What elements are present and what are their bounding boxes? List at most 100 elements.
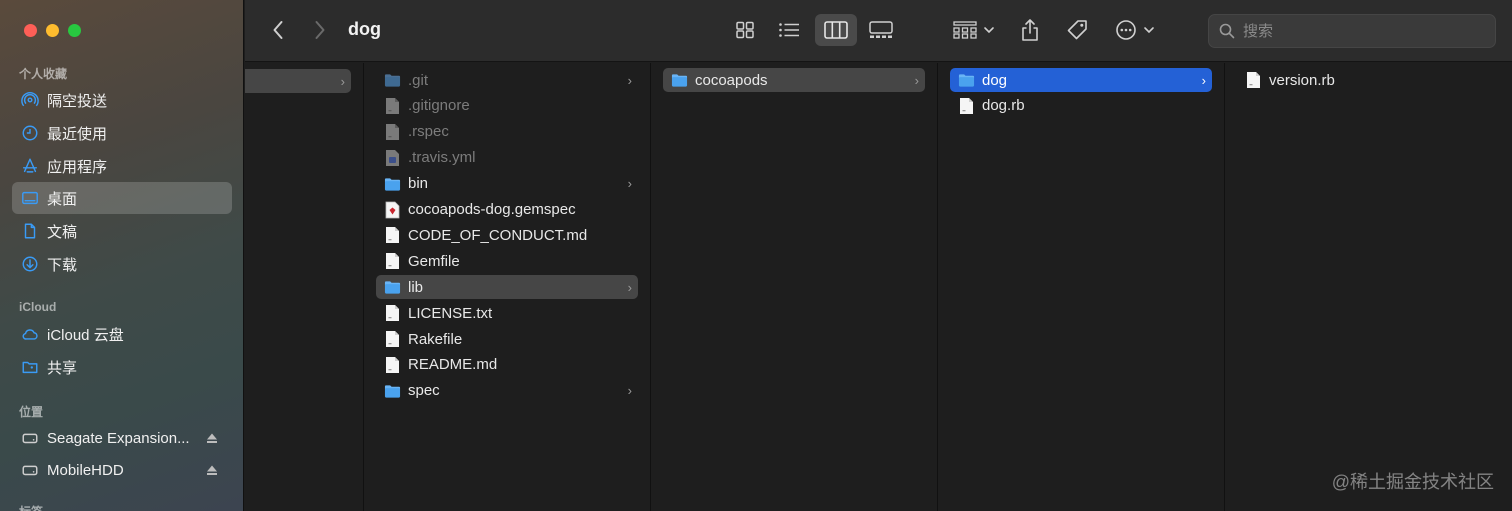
sidebar-item-shared[interactable]: 共享 [12, 351, 232, 383]
minimize-window-button[interactable] [46, 24, 59, 37]
folder-row[interactable]: bin › [376, 172, 638, 196]
folder-row[interactable]: .git › [376, 68, 638, 92]
column-2[interactable]: .git › .gitignore .rspec .travis.yml bin › coco… [364, 63, 651, 511]
folder-icon [671, 71, 688, 89]
sidebar-item-applications[interactable]: 应用程序 [12, 150, 232, 182]
sidebar-item-airdrop[interactable]: 隔空投送 [12, 84, 232, 116]
file-row[interactable]: LICENSE.txt [376, 301, 638, 325]
back-button[interactable] [265, 16, 291, 44]
sidebar-item-mobilehdd[interactable]: MobileHDD [12, 454, 232, 486]
file-row[interactable]: README.md [376, 353, 638, 377]
chevron-right-icon: › [340, 73, 345, 89]
gallery-view-button[interactable] [862, 14, 900, 46]
sidebar-item-recents[interactable]: 最近使用 [12, 117, 232, 149]
sidebar-item-label: 共享 [47, 359, 78, 377]
folder-icon [384, 382, 401, 400]
file-icon [384, 356, 401, 374]
item-name: .rspec [408, 123, 449, 141]
sidebar-item-label: 文稿 [47, 223, 78, 241]
file-row[interactable]: cocoapods-dog.gemspec [376, 198, 638, 222]
item-name: lib [408, 278, 424, 296]
share-button[interactable] [1015, 14, 1045, 46]
applications-icon [20, 157, 39, 176]
item-name: .git [408, 71, 429, 89]
sidebar-item-label: 最近使用 [47, 125, 108, 143]
sidebar-item-desktop[interactable]: 桌面 [12, 182, 232, 214]
item-name: cocoapods-dog.gemspec [408, 201, 576, 218]
eject-icon[interactable] [206, 432, 218, 444]
file-row[interactable]: .gitignore [376, 94, 638, 118]
column-3[interactable]: cocoapods › [651, 63, 938, 511]
document-icon [20, 222, 39, 241]
folder-row[interactable]: cocoapods › [663, 68, 925, 92]
eject-icon[interactable] [206, 464, 218, 476]
folder-row[interactable]: dog › [950, 68, 1212, 92]
file-row[interactable]: CODE_OF_CONDUCT.md [376, 223, 638, 247]
sidebar-section-locations: 位置 [19, 405, 44, 419]
folder-row[interactable]: spec › [376, 379, 638, 403]
item-name: README.md [408, 356, 498, 374]
item-name: LICENSE.txt [408, 304, 493, 322]
folder-icon [384, 175, 401, 193]
group-grid-icon [953, 21, 977, 39]
file-row[interactable]: Gemfile [376, 249, 638, 273]
item-name: .travis.yml [408, 149, 476, 167]
airdrop-icon [20, 91, 39, 110]
column-view-button[interactable] [815, 14, 857, 46]
item-name: spec [408, 382, 440, 400]
file-row[interactable]: .rspec [376, 120, 638, 144]
folder-icon [384, 278, 401, 296]
sidebar-item-icloud-drive[interactable]: iCloud 云盘 [12, 318, 232, 350]
sidebar-section-icloud: iCloud [19, 300, 57, 314]
sidebar-item-label: MobileHDD [47, 461, 124, 479]
cloud-icon [20, 325, 39, 344]
sidebar-item-label: 桌面 [47, 190, 78, 208]
list-view-button[interactable] [771, 14, 807, 46]
chevron-right-icon [315, 21, 325, 39]
search-field[interactable] [1208, 14, 1496, 48]
clock-icon [20, 124, 39, 143]
ellipsis-circle-icon [1116, 20, 1136, 40]
watermark: @稀土掘金技术社区 [1331, 472, 1494, 492]
gallery-icon [869, 21, 893, 38]
column-5[interactable]: version.rb [1225, 63, 1512, 511]
columns-icon [824, 21, 848, 39]
zoom-window-button[interactable] [68, 24, 81, 37]
download-icon [20, 255, 39, 274]
chevron-down-icon [1144, 27, 1154, 34]
more-actions-button[interactable] [1111, 14, 1159, 46]
file-icon [384, 226, 401, 244]
sidebar-item-downloads[interactable]: 下载 [12, 248, 232, 280]
forward-button[interactable] [307, 16, 333, 44]
toolbar: dog [245, 0, 1512, 62]
chevron-right-icon: › [627, 279, 632, 295]
column-1-selected-row[interactable]: › [245, 69, 351, 93]
item-name: Gemfile [408, 252, 460, 270]
file-row[interactable]: version.rb [1237, 68, 1500, 92]
sidebar-item-documents[interactable]: 文稿 [12, 215, 232, 247]
sidebar-section-favorites: 个人收藏 [19, 67, 68, 81]
item-name: bin [408, 175, 429, 193]
search-icon [1219, 23, 1235, 39]
item-name: .gitignore [408, 97, 470, 115]
file-row[interactable]: Rakefile [376, 327, 638, 351]
tag-button[interactable] [1061, 14, 1093, 46]
folder-row[interactable]: lib › [376, 275, 638, 300]
file-row[interactable]: .travis.yml [376, 146, 638, 170]
tag-icon [1067, 20, 1087, 40]
folder-icon [384, 71, 401, 89]
column-4[interactable]: dog › dog.rb [938, 63, 1225, 511]
drive-icon [20, 461, 39, 480]
chevron-right-icon: › [627, 72, 632, 88]
close-window-button[interactable] [24, 24, 37, 37]
grid-icon [736, 21, 754, 39]
search-input[interactable] [1243, 22, 1473, 40]
icon-view-button[interactable] [727, 14, 763, 46]
file-row[interactable]: dog.rb [950, 94, 1212, 118]
sidebar-item-label: Seagate Expansion... [47, 429, 190, 447]
group-by-button[interactable] [949, 14, 999, 46]
file-icon [1245, 71, 1262, 89]
column-1[interactable]: › [245, 63, 364, 511]
sidebar-item-seagate[interactable]: Seagate Expansion... [12, 422, 232, 454]
sidebar-item-label: 应用程序 [47, 158, 108, 176]
